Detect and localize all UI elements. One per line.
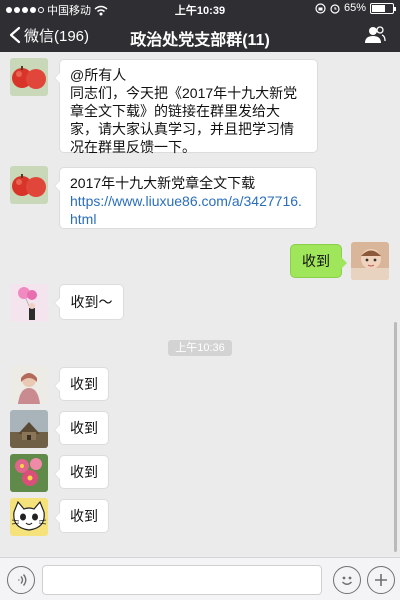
message-text: 收到～ <box>70 294 113 310</box>
chat-area[interactable]: @所有人 同志们，今天把《2017年十九大新党章全文下载》的链接在群里发给大家，… <box>0 52 400 557</box>
emoji-button[interactable] <box>333 566 361 594</box>
message-bubble[interactable]: 收到 <box>54 455 109 489</box>
message-text: 收到 <box>302 253 330 269</box>
battery-icon <box>370 2 396 14</box>
voice-icon <box>18 574 27 586</box>
back-button[interactable]: 微信(196) <box>8 18 89 52</box>
sender-avatar-flowers[interactable] <box>10 454 48 492</box>
nav-bar: 微信(196) 政治处党支部群(11) <box>0 18 400 52</box>
sender-avatar-apples[interactable] <box>10 166 48 204</box>
plus-icon <box>375 574 387 586</box>
message-bubble[interactable]: 收到 <box>54 411 109 445</box>
alarm-icon <box>330 3 340 14</box>
battery-percent: 65% <box>343 2 366 14</box>
lock-rotation-icon <box>315 2 326 14</box>
message-text: 收到 <box>70 464 98 480</box>
message-text: 收到 <box>70 376 98 392</box>
message-bubble[interactable]: 收到～ <box>54 284 124 320</box>
sender-avatar-building[interactable] <box>10 410 48 448</box>
message-text: 收到 <box>70 508 98 524</box>
more-button[interactable] <box>367 566 395 594</box>
back-label: 微信(196) <box>24 27 90 45</box>
message-bubble[interactable]: 收到 <box>54 367 109 401</box>
group-contacts-icon[interactable] <box>364 25 386 45</box>
chevron-left-icon <box>9 26 21 44</box>
scrollbar[interactable] <box>394 322 397 552</box>
message-bubble[interactable]: 收到 <box>54 499 109 533</box>
sender-avatar-cat-cartoon[interactable] <box>10 498 48 536</box>
sender-avatar-woman[interactable] <box>10 366 48 404</box>
message-bubble[interactable]: @所有人 同志们，今天把《2017年十九大新党章全文下载》的链接在群里发给大家，… <box>54 59 318 155</box>
status-bar: 中国移动 上午10:39 65% <box>0 0 400 18</box>
voice-button[interactable] <box>7 566 35 594</box>
emoji-icon <box>341 576 353 585</box>
sender-avatar-balloon-girl[interactable] <box>10 284 48 322</box>
message-input[interactable] <box>42 565 322 595</box>
input-bar <box>0 557 400 600</box>
link-message-bubble[interactable]: 2017年十九大新党章全文下载 https://www.liuxue86.com… <box>54 167 317 229</box>
my-message-bubble[interactable]: 收到 <box>290 244 347 278</box>
time-separator: 上午10:36 <box>168 340 232 356</box>
message-text: 收到 <box>70 420 98 436</box>
message-text: 2017年十九大新党章全文下载 <box>70 175 256 191</box>
message-text: @所有人 同志们，今天把《2017年十九大新党章全文下载》的链接在群里发给大家，… <box>70 67 298 155</box>
my-avatar-child[interactable] <box>351 242 389 280</box>
sender-avatar-apples[interactable] <box>10 58 48 96</box>
message-link[interactable]: https://www.liuxue86.com/a/3427716.html <box>70 192 306 228</box>
